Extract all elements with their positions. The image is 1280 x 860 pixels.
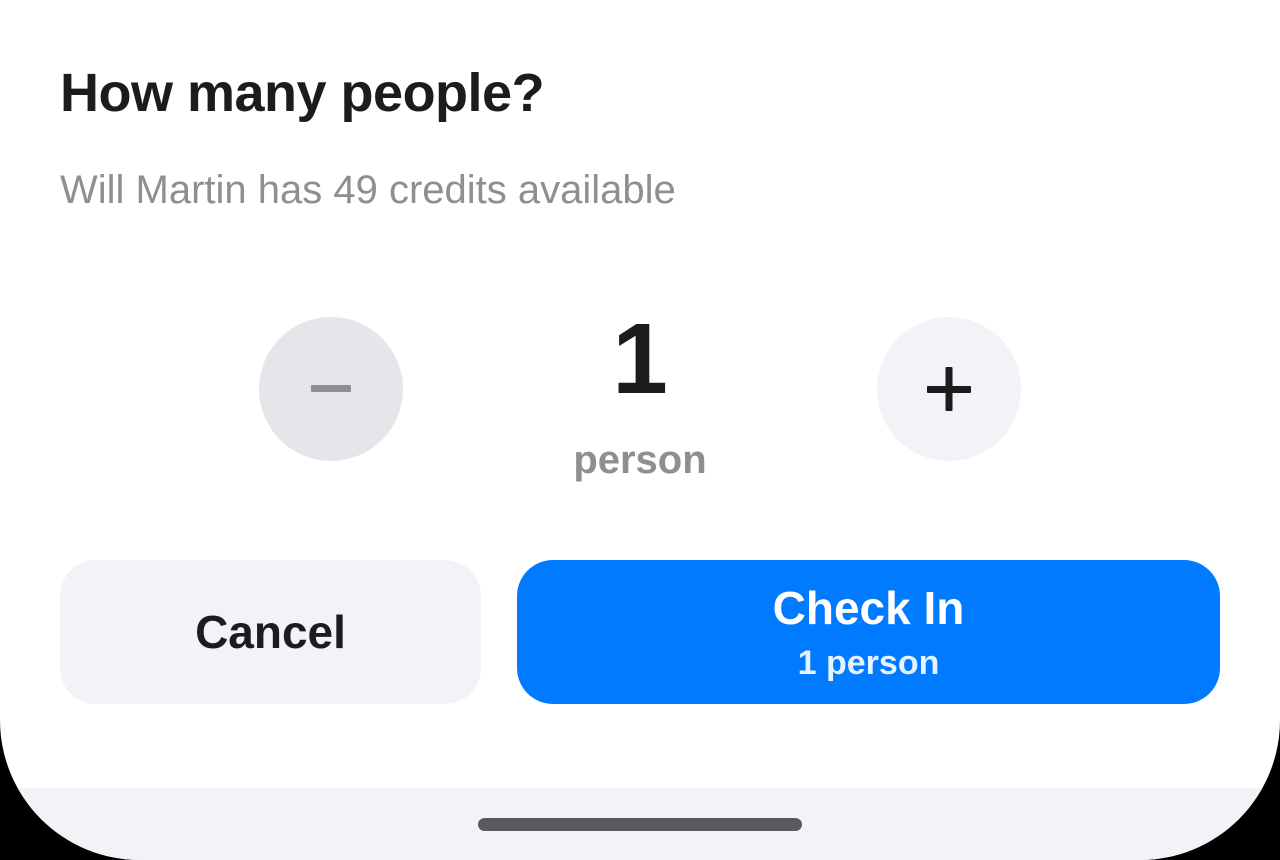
device-screen: How many people? Will Martin has 49 cred… — [0, 0, 1280, 860]
check-in-people-count: 1 person — [797, 644, 940, 682]
people-unit-label: person — [573, 438, 707, 482]
cancel-button-label: Cancel — [195, 606, 346, 658]
check-in-button[interactable]: Check In 1 person — [517, 560, 1220, 704]
decrement-button[interactable] — [259, 317, 403, 461]
credits-subtitle: Will Martin has 49 credits available — [60, 168, 676, 212]
dialog-title: How many people? — [60, 63, 545, 123]
people-count-sheet: How many people? Will Martin has 49 cred… — [0, 0, 1280, 788]
increment-button[interactable] — [877, 317, 1021, 461]
cancel-button[interactable]: Cancel — [60, 560, 481, 704]
check-in-button-label: Check In — [772, 582, 965, 634]
home-indicator[interactable] — [478, 818, 802, 831]
plus-icon — [927, 367, 971, 411]
people-count: 1 — [612, 303, 668, 415]
minus-icon — [311, 385, 351, 392]
